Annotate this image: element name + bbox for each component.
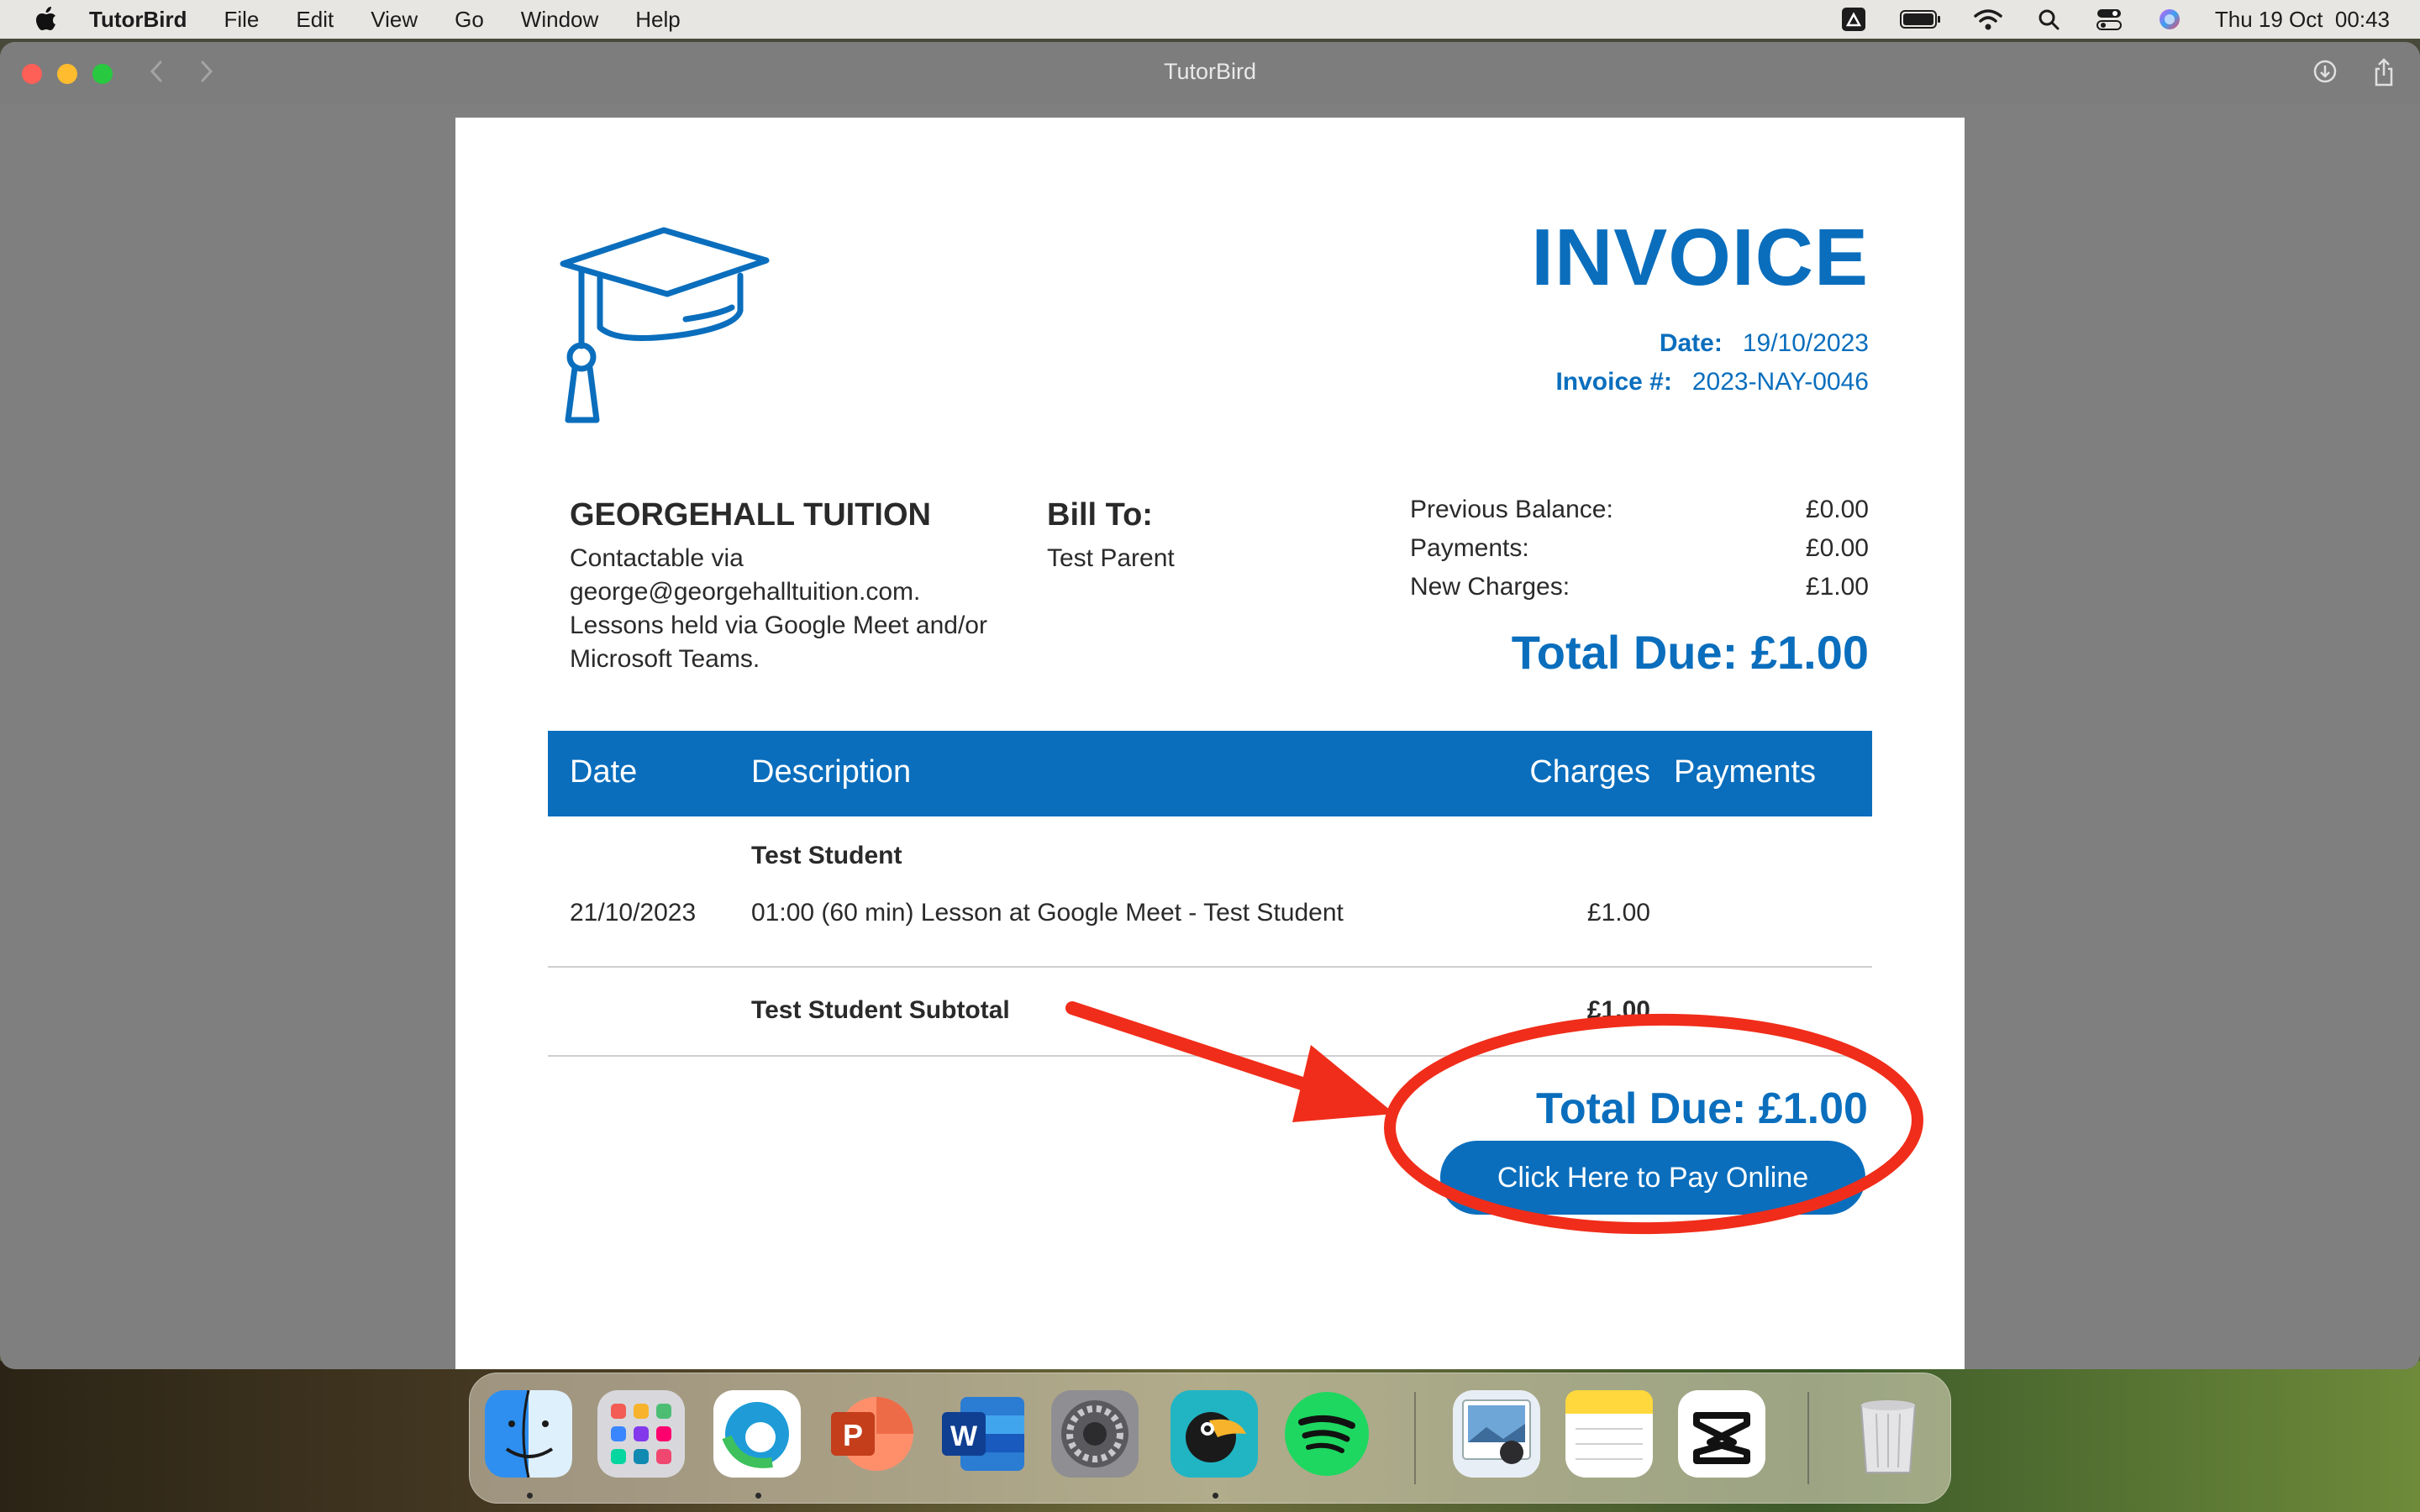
battery-icon[interactable]: [1899, 7, 1943, 32]
previous-balance-label: Previous Balance:: [1410, 496, 1613, 523]
company-info: GEORGEHALL TUITION Contactable via georg…: [570, 497, 1040, 676]
date-value: 19/10/2023: [1742, 329, 1869, 357]
graduation-cap-icon: [560, 227, 770, 423]
edge-running-indicator: [755, 1493, 761, 1499]
row-date: 21/10/2023: [570, 899, 697, 927]
edge-icon[interactable]: [713, 1390, 801, 1478]
dock-separator: [1414, 1392, 1416, 1484]
tutorbird-running-indicator: [1213, 1493, 1218, 1499]
download-icon[interactable]: [2312, 57, 2338, 92]
menu-file[interactable]: File: [224, 7, 260, 33]
title-bar: TutorBird: [0, 42, 2420, 104]
dock-separator-2: [1807, 1392, 1809, 1484]
notes-icon[interactable]: [1565, 1390, 1653, 1478]
search-icon[interactable]: [2033, 7, 2064, 32]
spotify-icon[interactable]: [1283, 1390, 1370, 1478]
tutorbird-icon[interactable]: [1171, 1390, 1258, 1478]
drive-icon[interactable]: [1839, 7, 1869, 32]
table-row: 21/10/2023 01:00 (60 min) Lesson at Goog…: [548, 899, 1872, 932]
launchpad-icon[interactable]: [597, 1390, 685, 1478]
menu-edit[interactable]: Edit: [296, 7, 334, 33]
bottom-total-due: Total Due: £1.00: [1536, 1084, 1868, 1133]
invoice-heading: INVOICE: [1531, 213, 1869, 302]
column-header-date: Date: [570, 754, 638, 790]
subtotal-value: £1.00: [1586, 996, 1650, 1024]
wifi-icon[interactable]: [1973, 7, 2003, 32]
total-due: Total Due: £1.00: [1511, 626, 1869, 679]
column-header-description: Description: [751, 754, 912, 790]
invoice-number-value: 2023-NAY-0046: [1691, 368, 1869, 396]
column-header-payments: Payments: [1674, 754, 1816, 790]
menu-go[interactable]: Go: [455, 7, 484, 33]
menu-bar: TutorBird File Edit View Go Window Help …: [0, 0, 2420, 39]
bill-to-value: Test Parent: [1047, 544, 1175, 572]
system-settings-icon[interactable]: [1051, 1390, 1139, 1478]
company-desc-line-1: Contactable via: [570, 544, 744, 572]
window-title: TutorBird: [1163, 59, 1257, 84]
new-charges-value: £1.00: [1805, 573, 1869, 601]
menu-app-name[interactable]: TutorBird: [89, 7, 187, 33]
dock: P W: [469, 1373, 1951, 1504]
subtotal-label: Test Student Subtotal: [751, 996, 1010, 1024]
siri-icon[interactable]: [2154, 7, 2185, 32]
column-header-charges: Charges: [1529, 754, 1650, 790]
payments-label: Payments:: [1410, 534, 1529, 562]
row-charges: £1.00: [1586, 899, 1650, 927]
student-group-label: Test Student: [751, 842, 902, 869]
clock[interactable]: Thu 19 Oct 00:43: [2215, 7, 2390, 33]
date-label: Date:: [1659, 329, 1723, 357]
row-divider: [548, 966, 1872, 968]
apple-icon[interactable]: [34, 7, 59, 32]
invoice-number-label: Invoice #:: [1555, 368, 1672, 396]
finder-icon[interactable]: [485, 1389, 572, 1478]
company-desc-line-2: george@georgehalltuition.com.: [570, 578, 921, 606]
payments-value: £0.00: [1805, 534, 1869, 562]
company-name: GEORGEHALL TUITION: [570, 497, 931, 533]
subtotal-divider: [548, 1055, 1872, 1057]
control-center-icon[interactable]: [2094, 7, 2124, 32]
trash-icon[interactable]: [1844, 1390, 1932, 1478]
invoice-meta: Date: 19/10/2023 Invoice #: 2023-NAY-004…: [1555, 324, 1869, 402]
svg-text:P: P: [843, 1418, 863, 1452]
powerpoint-icon[interactable]: P: [826, 1390, 913, 1478]
invoice-page: INVOICE Date: 19/10/2023 Invoice #: 2023…: [455, 118, 1965, 1369]
row-description: 01:00 (60 min) Lesson at Google Meet - T…: [751, 899, 1344, 927]
new-charges-label: New Charges:: [1410, 573, 1570, 601]
finder-running-indicator: [527, 1493, 533, 1499]
subtotal-row: Test Student Subtotal £1.00: [548, 996, 1872, 1030]
menu-view[interactable]: View: [371, 7, 418, 33]
menu-window[interactable]: Window: [521, 7, 598, 33]
table-header: Date Description Charges Payments: [548, 731, 1872, 816]
preview-icon[interactable]: [1453, 1390, 1540, 1478]
menu-help[interactable]: Help: [635, 7, 680, 33]
bill-to-label: Bill To:: [1047, 497, 1153, 533]
word-icon[interactable]: W: [939, 1390, 1026, 1478]
titlebar-actions: [2312, 57, 2396, 92]
share-icon[interactable]: [2371, 57, 2396, 92]
previous-balance-value: £0.00: [1805, 496, 1869, 523]
bill-to: Bill To: Test Parent: [1047, 497, 1175, 575]
svg-text:W: W: [950, 1420, 978, 1452]
balance-summary: Previous Balance: £0.00 Payments: £0.00 …: [1410, 491, 1869, 680]
app-window: TutorBird INVOICE Date: 19/10/2023 Invoi…: [0, 42, 2420, 1369]
company-desc-line-4: Microsoft Teams.: [570, 645, 760, 673]
pay-online-button[interactable]: Click Here to Pay Online: [1440, 1141, 1865, 1215]
capcut-icon[interactable]: [1678, 1390, 1765, 1478]
company-desc-line-3: Lessons held via Google Meet and/or: [570, 612, 987, 639]
